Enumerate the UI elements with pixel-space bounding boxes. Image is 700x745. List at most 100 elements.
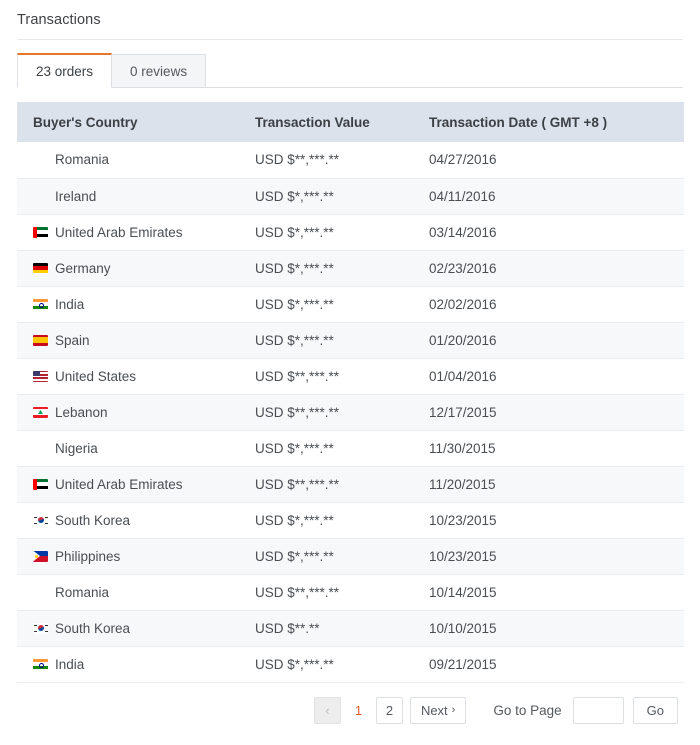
cell-transaction-date: 01/20/2016: [412, 322, 684, 359]
flag-icon-united-arab-emirates: [33, 478, 48, 490]
table-row[interactable]: South Korea USD $**.** 10/10/2015: [17, 610, 684, 647]
cell-transaction-value: USD $*,***.**: [237, 502, 412, 539]
table-row[interactable]: United Arab Emirates USD $**,***.** 11/20/…: [17, 466, 684, 503]
table-row[interactable]: United States USD $**,***.** 01/04/2016: [17, 358, 684, 395]
cell-transaction-value: USD $*,***.**: [237, 214, 412, 251]
go-button[interactable]: Go: [632, 696, 678, 724]
flag-icon-united-states: [33, 370, 48, 382]
country-label: India: [55, 656, 85, 672]
table-row[interactable]: India USD $*,***.** 02/02/2016: [17, 286, 684, 323]
country-label: Spain: [55, 332, 90, 348]
table-row[interactable]: Philippines USD $*,***.** 10/23/2015: [17, 538, 684, 575]
table-row[interactable]: India USD $*,***.** 09/21/2015: [17, 646, 684, 683]
column-header-country: Buyer's Country: [17, 102, 237, 142]
cell-transaction-date: 02/23/2016: [412, 250, 684, 287]
country-label: Ireland: [55, 188, 97, 204]
table-row[interactable]: Romania USD $**,***.** 04/27/2016: [17, 142, 684, 179]
column-header-date: Transaction Date ( GMT +8 ): [412, 102, 684, 142]
table-header: Buyer's Country Transaction Value Transa…: [17, 102, 684, 142]
country-label: United Arab Emirates: [55, 224, 183, 240]
flag-icon-philippines: [33, 550, 48, 562]
cell-transaction-date: 10/23/2015: [412, 502, 684, 539]
table-row[interactable]: South Korea USD $*,***.** 10/23/2015: [17, 502, 684, 539]
pagination-prev-button[interactable]: ‹: [313, 696, 341, 724]
table-row[interactable]: Nigeria USD $*,***.** 11/30/2015: [17, 430, 684, 467]
column-header-value: Transaction Value: [237, 102, 412, 142]
table-row[interactable]: Lebanon USD $**,***.** 12/17/2015: [17, 394, 684, 431]
table-row[interactable]: Ireland USD $*,***.** 04/11/2016: [17, 178, 684, 215]
tab-reviews[interactable]: 0 reviews: [111, 54, 207, 88]
tab-orders[interactable]: 23 orders: [17, 53, 113, 88]
chevron-right-icon: ›: [451, 704, 456, 716]
cell-country: Romania: [17, 142, 237, 179]
country-label: United States: [55, 368, 137, 384]
cell-transaction-date: 04/11/2016: [412, 178, 684, 215]
cell-transaction-value: USD $*,***.**: [237, 538, 412, 575]
country-label: India: [55, 296, 85, 312]
cell-transaction-date: 10/14/2015: [412, 574, 684, 611]
table-row[interactable]: United Arab Emirates USD $*,***.** 03/14/2…: [17, 214, 684, 251]
cell-transaction-date: 04/27/2016: [412, 142, 684, 179]
country-label: Romania: [55, 584, 110, 600]
cell-transaction-date: 01/04/2016: [412, 358, 684, 395]
cell-transaction-value: USD $**,***.**: [237, 574, 412, 611]
cell-country: India: [17, 646, 237, 683]
cell-country: Romania: [17, 574, 237, 611]
cell-transaction-date: 11/30/2015: [412, 430, 684, 467]
flag-icon-india: [33, 658, 48, 670]
table-header-row: Buyer's Country Transaction Value Transa…: [17, 102, 684, 142]
pagination-next-button[interactable]: Next ›: [409, 696, 467, 724]
country-label: Germany: [55, 260, 111, 276]
transactions-table-wrapper: Buyer's Country Transaction Value Transa…: [17, 102, 684, 683]
cell-country: United Arab Emirates: [17, 466, 237, 503]
tab-orders-label: 23 orders: [36, 63, 94, 79]
page-title: Transactions: [17, 12, 101, 28]
transactions-table: Buyer's Country Transaction Value Transa…: [17, 102, 684, 683]
cell-country: Nigeria: [17, 430, 237, 467]
cell-transaction-value: USD $**,***.**: [237, 394, 412, 431]
cell-transaction-value: USD $*,***.**: [237, 178, 412, 215]
cell-country: Spain: [17, 322, 237, 359]
cell-transaction-value: USD $**,***.**: [237, 358, 412, 395]
flag-icon-india: [33, 298, 48, 310]
cell-transaction-date: 10/23/2015: [412, 538, 684, 575]
pagination-page-1[interactable]: 1: [348, 703, 369, 718]
tab-bar-underline: [17, 87, 683, 88]
cell-transaction-value: USD $*,***.**: [237, 430, 412, 467]
country-label: South Korea: [55, 512, 131, 528]
goto-page-input[interactable]: [572, 696, 624, 724]
cell-country: United Arab Emirates: [17, 214, 237, 251]
cell-transaction-value: USD $*,***.**: [237, 322, 412, 359]
country-label: United Arab Emirates: [55, 476, 183, 492]
pagination-page-2[interactable]: 2: [375, 696, 403, 724]
country-label: Nigeria: [55, 440, 98, 456]
flag-icon-south-korea: [33, 514, 48, 526]
table-row[interactable]: Romania USD $**,***.** 10/14/2015: [17, 574, 684, 611]
country-label: Philippines: [55, 548, 121, 564]
table-row[interactable]: Germany USD $*,***.** 02/23/2016: [17, 250, 684, 287]
table-body: Romania USD $**,***.** 04/27/2016 Ireland US…: [17, 142, 684, 683]
tab-reviews-label: 0 reviews: [130, 63, 188, 79]
flag-icon-south-korea: [33, 622, 48, 634]
cell-transaction-date: 11/20/2015: [412, 466, 684, 503]
cell-transaction-value: USD $**,***.**: [237, 142, 412, 179]
transactions-panel: Transactions 23 orders 0 reviews Buyer's…: [0, 0, 700, 745]
pagination: ‹ 1 2 Next › Go to Page Go: [0, 683, 700, 724]
cell-country: Ireland: [17, 178, 237, 215]
cell-transaction-value: USD $**.**: [237, 610, 412, 647]
chevron-left-icon: ‹: [325, 702, 330, 718]
cell-transaction-date: 10/10/2015: [412, 610, 684, 647]
cell-transaction-value: USD $**,***.**: [237, 466, 412, 503]
cell-country: United States: [17, 358, 237, 395]
country-label: Romania: [55, 152, 110, 168]
cell-country: South Korea: [17, 502, 237, 539]
cell-transaction-date: 12/17/2015: [412, 394, 684, 431]
cell-transaction-date: 09/21/2015: [412, 646, 684, 683]
table-row[interactable]: Spain USD $*,***.** 01/20/2016: [17, 322, 684, 359]
cell-transaction-date: 02/02/2016: [412, 286, 684, 323]
tab-bar: 23 orders 0 reviews: [0, 40, 700, 88]
cell-transaction-value: USD $*,***.**: [237, 250, 412, 287]
cell-country: Germany: [17, 250, 237, 287]
flag-icon-united-arab-emirates: [33, 226, 48, 238]
cell-transaction-date: 03/14/2016: [412, 214, 684, 251]
